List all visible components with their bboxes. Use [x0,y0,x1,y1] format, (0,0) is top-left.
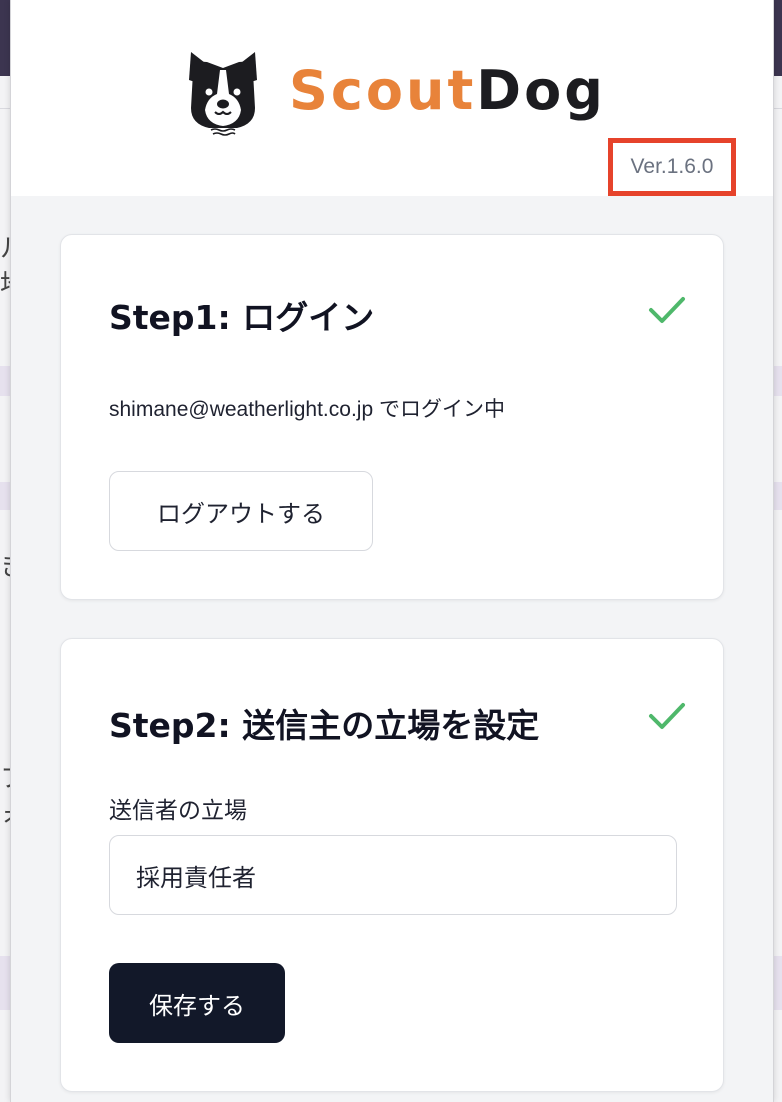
step1-card: Step1: ログイン shimane@weatherlight.co.jp で… [60,234,724,600]
version-label: Ver.1.6.0 [608,138,736,196]
sender-position-input[interactable] [109,835,677,915]
save-button[interactable]: 保存する [109,963,285,1043]
check-icon [649,703,685,729]
sender-position-label: 送信者の立場 [109,798,247,824]
logout-button[interactable]: ログアウトする [109,471,373,551]
background-text: ル [0,228,10,265]
logo-text-scout: Scout [289,59,477,122]
extension-popup: ScoutDog Ver.1.6.0 Step1: ログイン shimane@w… [10,0,774,1102]
logo-text-dog: Dog [476,59,606,122]
background-text: き [0,546,10,583]
popup-header: ScoutDog Ver.1.6.0 [11,0,773,196]
logo-wordmark: ScoutDog [289,64,606,118]
background-text: フ [0,758,10,795]
check-icon [649,297,685,323]
version-text: Ver.1.6.0 [630,155,714,178]
background-text: 地 [0,264,10,301]
step1-title: Step1: ログイン [109,298,375,337]
dog-logo-icon [189,52,257,136]
scoutdog-logo: ScoutDog [187,46,606,136]
login-status-text: shimane@weatherlight.co.jp でログイン中 [109,398,505,421]
step2-title: Step2: 送信主の立場を設定 [109,706,540,745]
step2-card: Step2: 送信主の立場を設定 送信者の立場 保存する [60,638,724,1092]
background-text: ォ [0,794,10,831]
